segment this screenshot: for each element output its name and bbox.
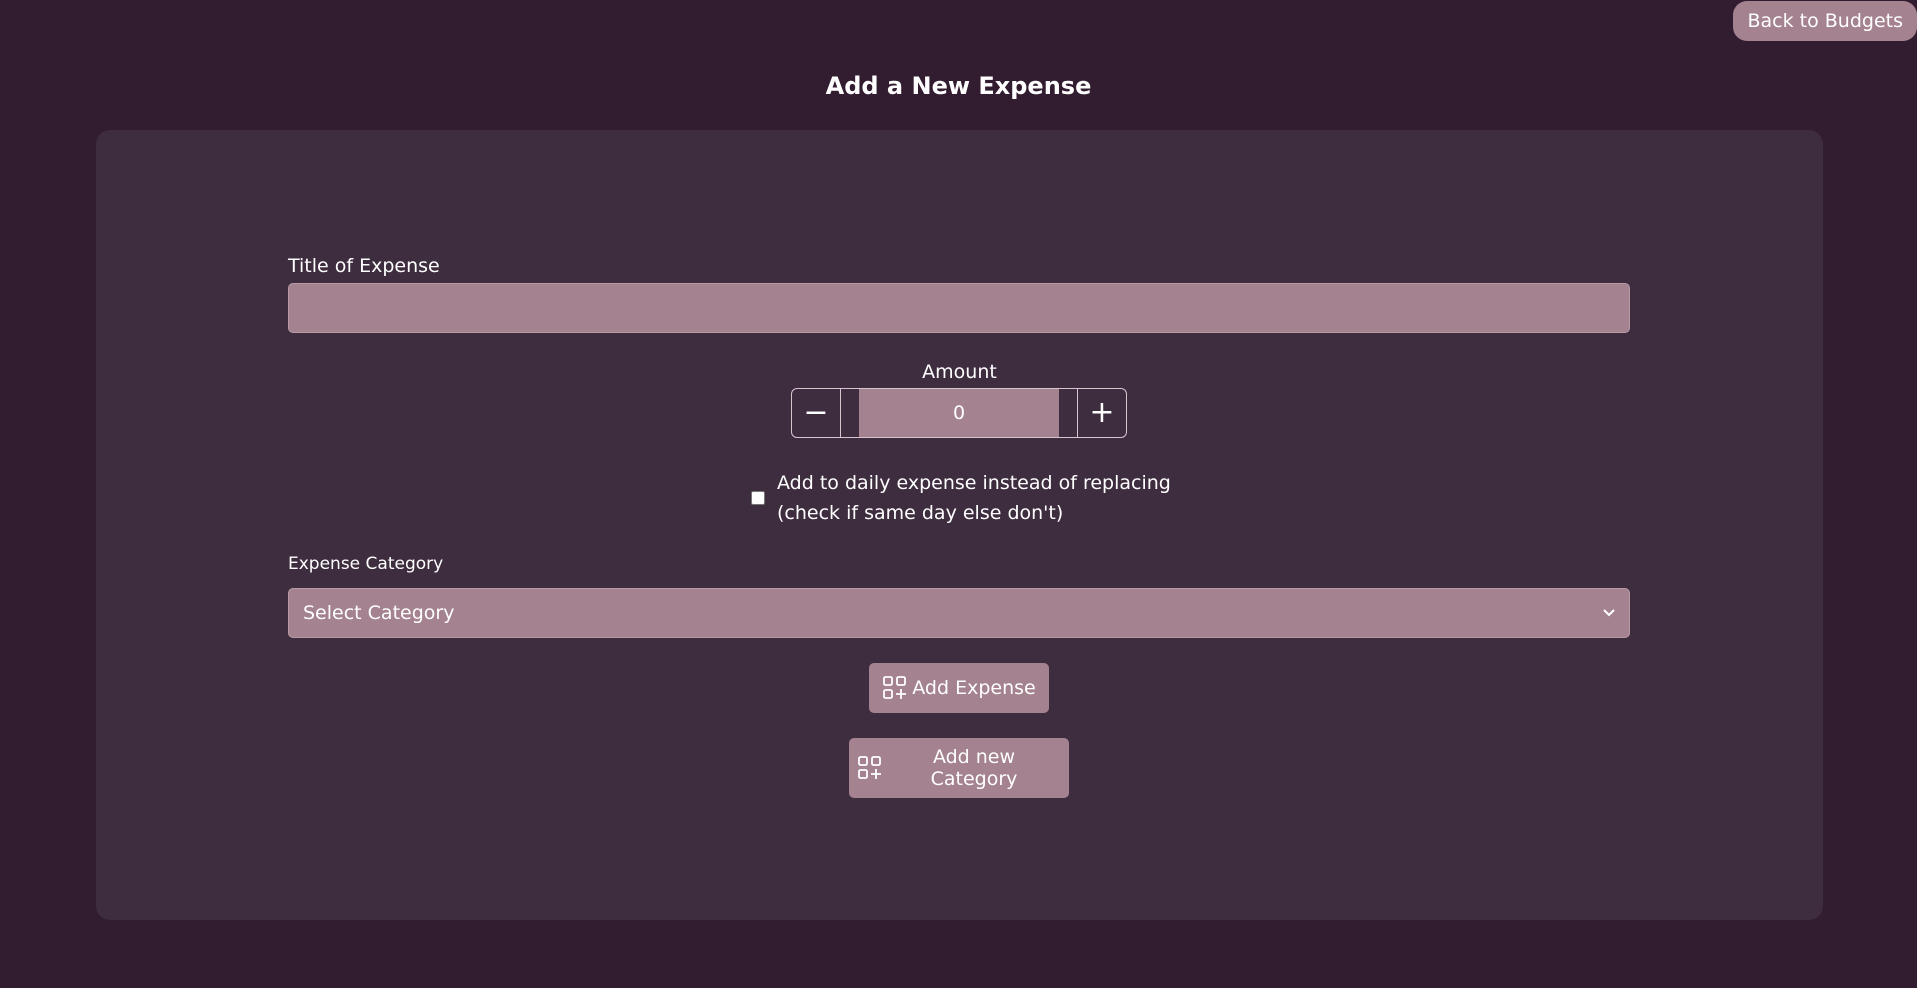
add-expense-button[interactable]: Add Expense — [869, 663, 1049, 713]
add-category-label: Add new Category — [930, 746, 1018, 790]
title-label: Title of Expense — [288, 255, 440, 277]
category-select[interactable]: Select Category — [288, 588, 1630, 638]
page: Back to Budgets Add a New Expense Title … — [0, 0, 1917, 988]
amount-stepper: − + — [791, 388, 1127, 438]
add-expense-label: Add Expense — [912, 677, 1036, 699]
daily-expense-text: Add to daily expense instead of replacin… — [777, 468, 1171, 528]
amount-label: Amount — [922, 361, 997, 383]
daily-expense-text-line1: Add to daily expense instead of replacin… — [777, 472, 1171, 494]
stepper-spacer — [1059, 389, 1077, 437]
category-selected-value: Select Category — [303, 602, 455, 624]
category-label: Expense Category — [288, 554, 444, 574]
add-category-button[interactable]: Add new Category — [849, 738, 1069, 798]
daily-expense-option: Add to daily expense instead of replacin… — [751, 468, 1171, 528]
daily-expense-checkbox[interactable] — [751, 491, 765, 505]
amount-input[interactable] — [859, 389, 1059, 437]
stepper-spacer — [841, 389, 859, 437]
decrement-button[interactable]: − — [792, 389, 841, 437]
grid-plus-icon — [857, 755, 883, 781]
back-to-budgets-button[interactable]: Back to Budgets — [1733, 1, 1917, 41]
grid-plus-icon — [882, 675, 908, 701]
page-title: Add a New Expense — [825, 72, 1092, 100]
expense-form-card: Title of Expense Amount − + Add to daily… — [96, 130, 1823, 920]
increment-button[interactable]: + — [1077, 389, 1126, 437]
chevron-down-icon — [1603, 605, 1615, 621]
daily-expense-text-line2: (check if same day else don't) — [777, 502, 1064, 524]
title-input[interactable] — [288, 283, 1630, 333]
